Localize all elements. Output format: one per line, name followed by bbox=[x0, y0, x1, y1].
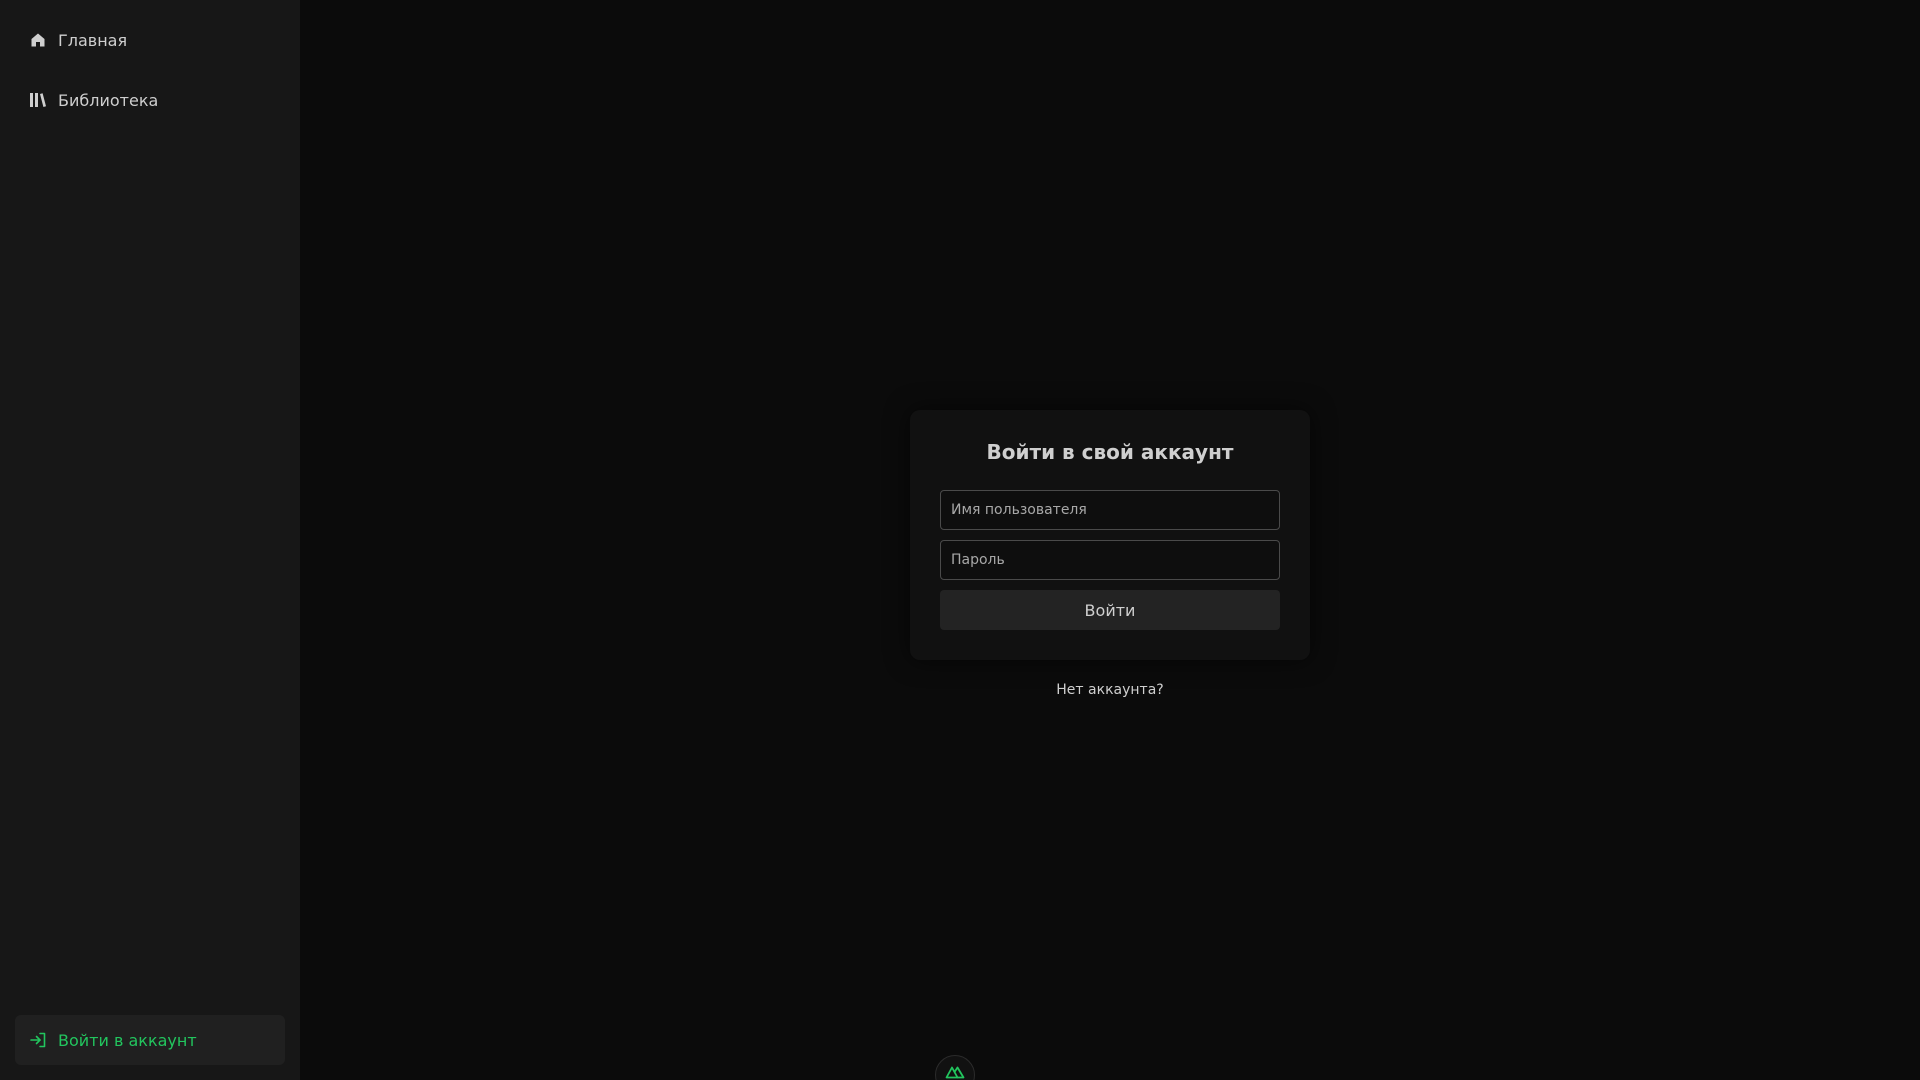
sidebar-login-button[interactable]: Войти в аккаунт bbox=[15, 1015, 285, 1065]
nuxt-logo-icon bbox=[945, 1064, 965, 1080]
register-link[interactable]: Нет аккаунта? bbox=[910, 682, 1310, 698]
login-card: Войти в свой аккаунт Войти bbox=[910, 410, 1310, 660]
sidebar-item-label: Библиотека bbox=[58, 90, 159, 110]
sidebar-item-library[interactable]: Библиотека bbox=[15, 75, 285, 125]
devtools-badge[interactable] bbox=[935, 1055, 975, 1080]
password-input[interactable] bbox=[940, 540, 1280, 580]
sidebar-item-home[interactable]: Главная bbox=[15, 15, 285, 65]
sidebar: Главная Библиотека Войти в аккаунт bbox=[0, 0, 300, 1080]
library-icon bbox=[29, 91, 47, 109]
app-root: Главная Библиотека Войти в аккаунт Войти… bbox=[0, 0, 1920, 1080]
sidebar-item-label: Главная bbox=[58, 30, 128, 50]
username-input[interactable] bbox=[940, 490, 1280, 530]
sign-in-icon bbox=[29, 1031, 47, 1049]
login-submit-button[interactable]: Войти bbox=[940, 590, 1280, 630]
login-title: Войти в свой аккаунт bbox=[986, 440, 1234, 464]
sidebar-login-label: Войти в аккаунт bbox=[58, 1030, 197, 1050]
home-icon bbox=[29, 31, 47, 49]
main-content: Войти в свой аккаунт Войти Нет аккаунта? bbox=[300, 0, 1920, 1080]
